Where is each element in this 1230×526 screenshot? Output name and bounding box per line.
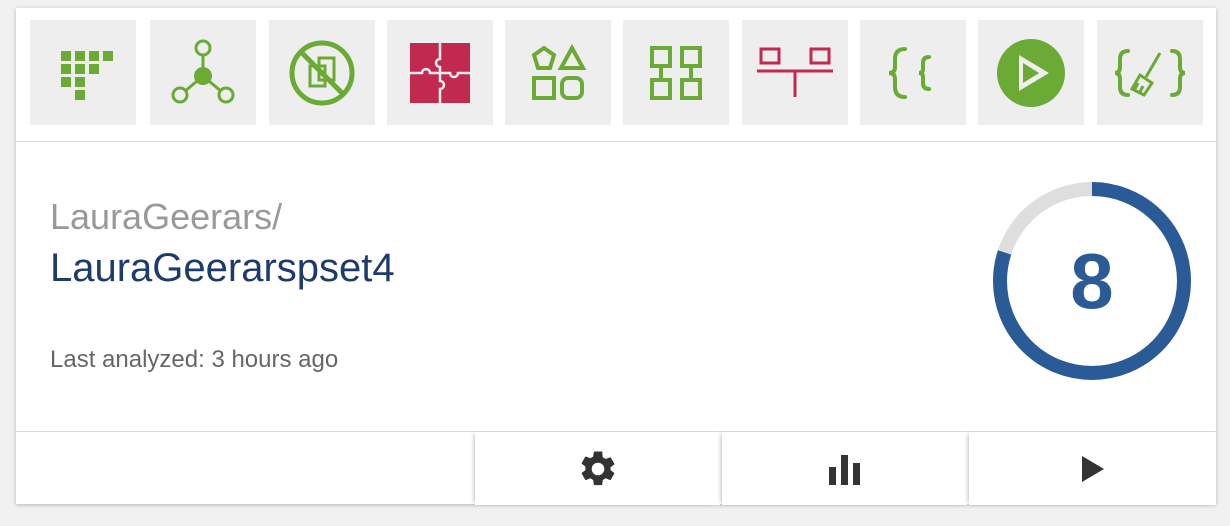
run-analysis-button[interactable] [969,432,1216,505]
check-tile-7[interactable] [742,20,848,125]
broom-braces-icon [1114,48,1186,97]
gear-icon [581,450,614,485]
gradient-grid-icon [61,50,113,100]
settings-button[interactable] [475,432,720,505]
repository-card: LauraGeerars/ LauraGeerarspset4 Last ana… [16,8,1216,505]
node-graph-icon [171,39,235,103]
check-tile-3[interactable] [269,20,375,125]
check-tile-2[interactable] [150,20,256,125]
braces-icon [888,46,931,99]
check-tile-1[interactable] [30,20,136,125]
repo-name-link[interactable]: LauraGeerarspset4 [50,246,395,291]
score-value: 8 [1070,236,1114,325]
repo-owner: LauraGeerars/ [50,196,283,237]
bar-chart-icon [828,454,860,485]
check-tile-5[interactable] [505,20,611,125]
statistics-button[interactable] [722,432,967,505]
repository-info: LauraGeerars/ LauraGeerarspset4 Last ana… [16,142,1216,430]
score-gauge: 8 [991,180,1193,382]
puzzle-icon [410,42,470,103]
check-tile-10[interactable] [1097,20,1203,125]
last-analyzed-text: Last analyzed: 3 hours ago [50,346,339,373]
modules-grid-icon [650,45,702,100]
check-tile-4[interactable] [387,20,493,125]
shapes-grid-icon [531,43,587,100]
play-icon [1081,455,1104,482]
check-icons-row [16,8,1216,142]
card-footer [16,431,1216,505]
check-tile-9[interactable] [978,20,1084,125]
check-tile-6[interactable] [623,20,729,125]
balance-icon [757,47,833,97]
play-circle-icon [997,38,1065,107]
no-copy-icon [289,40,355,105]
check-tile-8[interactable] [860,20,966,125]
